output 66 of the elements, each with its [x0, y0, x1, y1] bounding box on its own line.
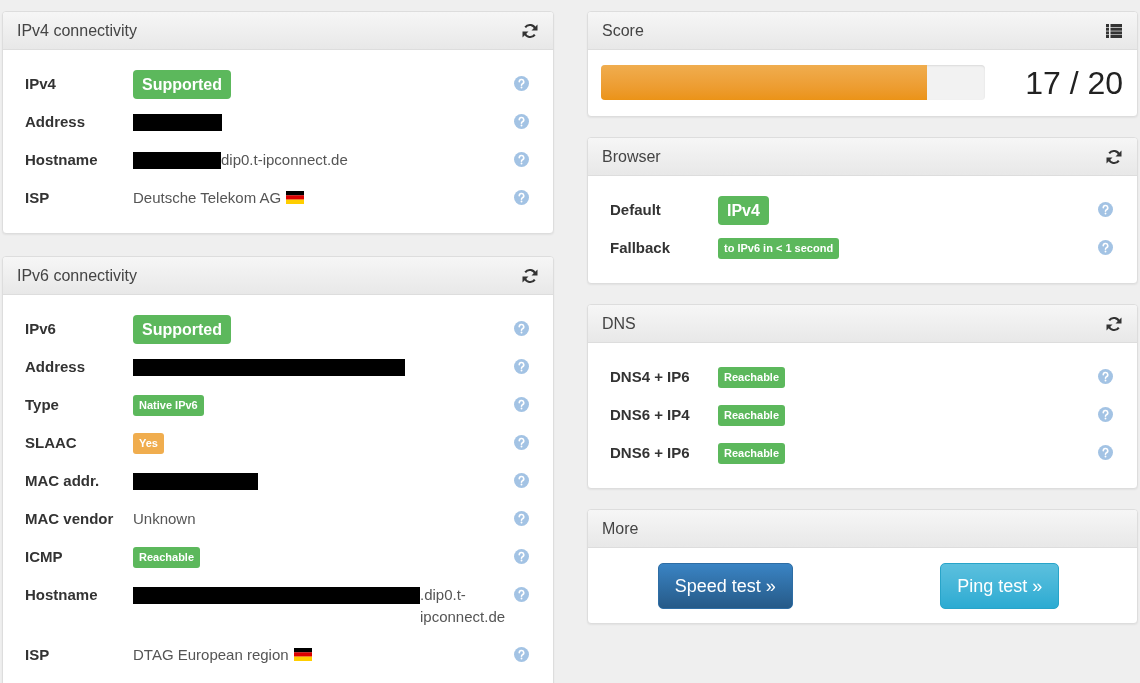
status-badge: Reachable: [718, 366, 786, 388]
help-icon[interactable]: [514, 114, 529, 129]
panel-title: More: [602, 518, 639, 539]
link-button[interactable]: Speed test »: [657, 563, 793, 609]
row-label: MAC addr.: [25, 471, 101, 491]
refresh-icon[interactable]: [1106, 315, 1122, 332]
refresh-icon[interactable]: [522, 22, 538, 39]
row-label: IPv6: [25, 319, 57, 339]
row-value: dip0.t-ipconnect.de: [221, 150, 348, 170]
score-text: 17 / 20: [1025, 66, 1123, 99]
status-badge: to IPv6 in < 1 second: [718, 237, 840, 259]
row-label: DNS6 + IP4: [610, 405, 691, 425]
help-icon[interactable]: [1098, 240, 1113, 255]
help-icon[interactable]: [514, 321, 529, 336]
panel-title: IPv6 connectivity: [17, 265, 138, 286]
help-icon[interactable]: [514, 190, 529, 205]
status-badge: Supported: [133, 69, 231, 99]
row-label: SLAAC: [25, 433, 78, 453]
row-label: Address: [25, 357, 87, 377]
row-label: Type: [25, 395, 60, 415]
status-badge: Yes: [133, 432, 164, 454]
status-badge: Reachable: [718, 404, 786, 426]
row-label: ISP: [25, 645, 51, 665]
row-value: Deutsche Telekom AG: [133, 189, 282, 206]
row-label: Fallback: [610, 238, 672, 258]
list-icon[interactable]: [1106, 23, 1122, 38]
refresh-icon[interactable]: [522, 267, 538, 284]
row-label: Hostname: [25, 585, 99, 605]
flag-icon: [286, 191, 305, 204]
status-badge: Reachable: [718, 442, 786, 464]
status-badge: IPv4: [718, 195, 769, 225]
flag-icon: [293, 648, 312, 661]
panel-title: DNS: [602, 313, 636, 334]
row-label: Default: [610, 200, 662, 220]
status-badge: Supported: [133, 314, 231, 344]
row-label: DNS4 + IP6: [610, 367, 691, 387]
help-icon[interactable]: [1098, 445, 1113, 460]
help-icon[interactable]: [514, 435, 529, 450]
help-icon[interactable]: [514, 359, 529, 374]
help-icon[interactable]: [514, 473, 529, 488]
help-icon[interactable]: [514, 152, 529, 167]
row-label: Address: [25, 112, 87, 132]
help-icon[interactable]: [1098, 407, 1113, 422]
row-label: ICMP: [25, 547, 64, 567]
help-icon[interactable]: [514, 549, 529, 564]
row-value: Unknown: [133, 510, 196, 527]
help-icon[interactable]: [1098, 202, 1113, 217]
row-label: ISP: [25, 188, 51, 208]
row-label: DNS6 + IP6: [610, 443, 691, 463]
help-icon[interactable]: [514, 397, 529, 412]
help-icon[interactable]: [1098, 369, 1113, 384]
row-value: DTAG European region: [133, 646, 289, 663]
panel-title: Browser: [602, 146, 661, 167]
panel-title: IPv4 connectivity: [17, 20, 138, 41]
panel-title: Score: [602, 20, 644, 41]
row-label: IPv4: [25, 74, 57, 94]
row-value: .dip0.t-ipconnect.de: [420, 585, 507, 627]
status-badge: Reachable: [133, 546, 201, 568]
help-icon[interactable]: [514, 587, 529, 602]
help-icon[interactable]: [514, 511, 529, 526]
status-badge: Native IPv6: [133, 394, 204, 416]
help-icon[interactable]: [514, 76, 529, 91]
row-label: Hostname: [25, 150, 99, 170]
row-label: MAC vendor: [25, 509, 115, 529]
help-icon[interactable]: [514, 647, 529, 662]
refresh-icon[interactable]: [1106, 148, 1122, 165]
